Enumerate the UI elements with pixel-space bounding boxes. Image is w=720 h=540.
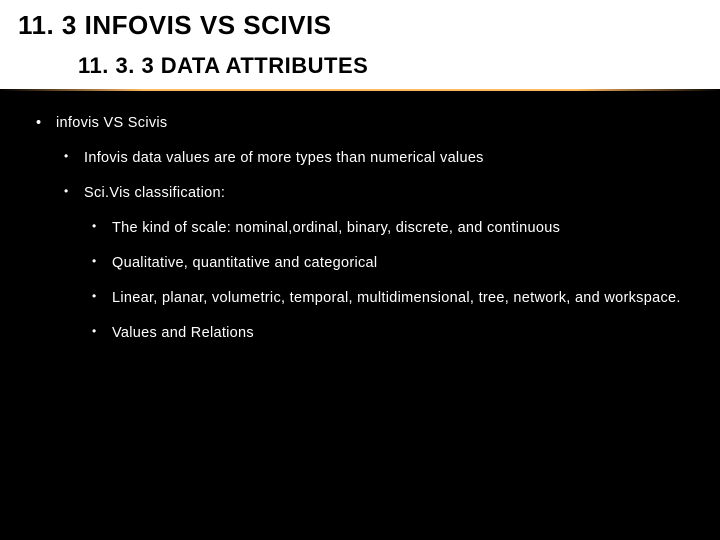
- list-item: Infovis data values are of more types th…: [56, 148, 692, 169]
- bullet-text: Qualitative, quantitative and categorica…: [112, 255, 377, 271]
- slide-title: 11. 3 INFOVIS VS SCIVIS: [18, 10, 702, 41]
- bullet-list: The kind of scale: nominal,ordinal, bina…: [84, 218, 692, 344]
- content-area: infovis VS Scivis Infovis data values ar…: [0, 91, 720, 344]
- bullet-text: Linear, planar, volumetric, temporal, mu…: [112, 290, 681, 306]
- list-item: Values and Relations: [84, 323, 692, 344]
- slide: 11. 3 INFOVIS VS SCIVIS 11. 3. 3 DATA AT…: [0, 0, 720, 540]
- list-item: Sci.Vis classification: The kind of scal…: [56, 183, 692, 344]
- bullet-text: Sci.Vis classification:: [84, 185, 225, 201]
- slide-subtitle: 11. 3. 3 DATA ATTRIBUTES: [78, 53, 702, 79]
- list-item: Linear, planar, volumetric, temporal, mu…: [84, 288, 692, 309]
- bullet-text: Values and Relations: [112, 325, 254, 341]
- list-item: Qualitative, quantitative and categorica…: [84, 253, 692, 274]
- bullet-list: infovis VS Scivis Infovis data values ar…: [28, 113, 692, 344]
- list-item: The kind of scale: nominal,ordinal, bina…: [84, 218, 692, 239]
- bullet-text: The kind of scale: nominal,ordinal, bina…: [112, 220, 560, 236]
- title-bar: 11. 3 INFOVIS VS SCIVIS: [0, 0, 720, 45]
- bullet-list: Infovis data values are of more types th…: [56, 148, 692, 344]
- bullet-text: infovis VS Scivis: [56, 115, 167, 131]
- subtitle-bar: 11. 3. 3 DATA ATTRIBUTES: [0, 45, 720, 89]
- list-item: infovis VS Scivis Infovis data values ar…: [28, 113, 692, 344]
- bullet-text: Infovis data values are of more types th…: [84, 150, 484, 166]
